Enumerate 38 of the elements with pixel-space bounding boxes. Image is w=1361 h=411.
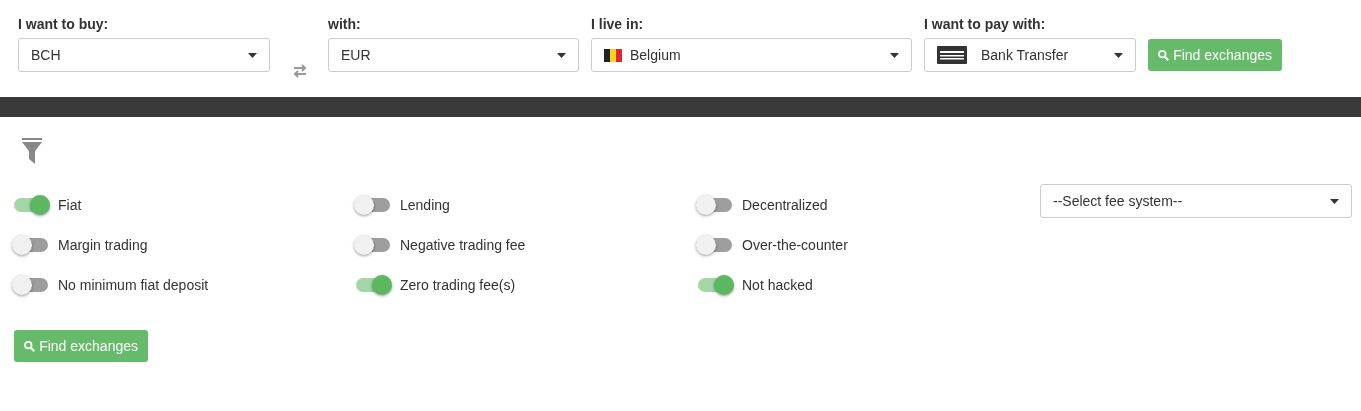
field-label: with: <box>328 16 362 32</box>
search-icon <box>24 339 36 353</box>
caret-icon <box>1330 198 1339 204</box>
search-icon <box>1158 48 1170 62</box>
swap-icon[interactable] <box>292 64 308 78</box>
toggle-switch[interactable] <box>698 278 732 292</box>
toggle-label: Negative trading fee <box>400 237 526 253</box>
toggle-label: Fiat <box>58 197 82 213</box>
toggle-switch[interactable] <box>356 278 390 292</box>
toggle-switch[interactable] <box>356 198 390 212</box>
dropdown-field[interactable]: EUR <box>328 38 579 72</box>
toggle-label: Not hacked <box>742 277 813 293</box>
field-label: I want to buy: <box>18 16 110 32</box>
caret-icon <box>248 52 257 58</box>
filter-icon <box>22 138 42 164</box>
caret-icon <box>1114 52 1123 58</box>
toggle-switch[interactable] <box>698 198 732 212</box>
toggle-label: Margin trading <box>58 237 148 253</box>
caret-icon <box>890 52 899 58</box>
flag-icon <box>604 48 622 62</box>
toggle-switch[interactable] <box>14 198 48 212</box>
bank-logo-icon <box>937 46 967 64</box>
toggle-switch[interactable] <box>356 238 390 252</box>
dropdown-field[interactable]: BCH <box>18 38 270 72</box>
toggle-switch[interactable] <box>14 278 48 292</box>
toggle-label: Over-the-counter <box>742 237 848 253</box>
field-label: I want to pay with: <box>924 16 1047 32</box>
toggle-label: No minimum fiat deposit <box>58 277 209 293</box>
toggle-label: Decentralized <box>742 197 828 213</box>
caret-icon <box>557 52 566 58</box>
dropdown-field[interactable]: Bank Transfer <box>924 38 1136 72</box>
toggle-label: Lending <box>400 197 450 213</box>
toggle-switch[interactable] <box>698 238 732 252</box>
toggle-label: Zero trading fee(s) <box>400 277 516 293</box>
dropdown-field[interactable]: Belgium <box>591 38 912 72</box>
field-label: I live in: <box>591 16 645 32</box>
toggle-switch[interactable] <box>14 238 48 252</box>
fee-system-dropdown[interactable]: --Select fee system-- <box>1040 184 1352 218</box>
